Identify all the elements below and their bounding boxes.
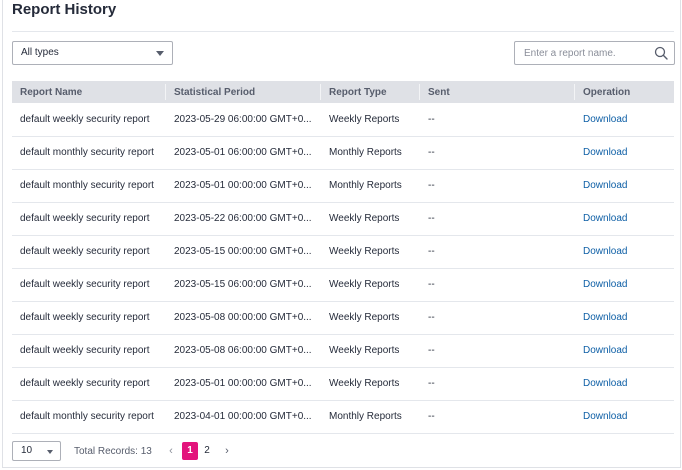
report-type-select-value: All types: [21, 47, 59, 58]
cell-statistical-period: 2023-05-01 00:00:00 GMT+0...: [174, 180, 312, 191]
table-row: default weekly security report 2023-05-15…: [12, 268, 674, 301]
cell-operation: Download: [575, 367, 674, 400]
cell-sent: --: [428, 378, 435, 389]
column-header-report-type[interactable]: Report Type: [321, 81, 420, 103]
cell-report-type: Weekly Reports: [329, 378, 400, 389]
cell-operation: Download: [575, 169, 674, 202]
cell-operation: Download: [575, 103, 674, 136]
download-link[interactable]: Download: [583, 114, 627, 125]
chevron-left-icon[interactable]: ‹: [164, 443, 178, 459]
page-button-1[interactable]: 1: [182, 442, 198, 460]
cell-sent: --: [428, 147, 435, 158]
cell-sent: --: [428, 213, 435, 224]
cell-sent: --: [428, 180, 435, 191]
cell-report-type: Monthly Reports: [329, 411, 402, 422]
cell-report-name: default weekly security report: [20, 279, 150, 290]
cell-sent: --: [428, 246, 435, 257]
cell-statistical-period: 2023-05-15 00:00:00 GMT+0...: [174, 246, 312, 257]
table-row: default weekly security report 2023-05-01…: [12, 367, 674, 400]
cell-statistical-period: 2023-04-01 00:00:00 GMT+0...: [174, 411, 312, 422]
report-name-search: [514, 41, 675, 65]
download-link[interactable]: Download: [583, 180, 627, 191]
cell-report-type: Weekly Reports: [329, 246, 400, 257]
cell-operation: Download: [575, 268, 674, 301]
cell-statistical-period: 2023-05-29 06:00:00 GMT+0...: [174, 113, 312, 125]
cell-operation: Download: [575, 202, 674, 235]
cell-statistical-period: 2023-05-22 06:00:00 GMT+0...: [174, 213, 312, 224]
cell-operation: Download: [575, 400, 674, 433]
table-row: default weekly security report 2023-05-29…: [12, 103, 674, 136]
cell-report-type: Weekly Reports: [329, 345, 400, 356]
cell-report-name: default weekly security report: [20, 345, 150, 356]
table-row: default weekly security report 2023-05-08…: [12, 301, 674, 334]
chevron-right-icon[interactable]: ›: [220, 443, 234, 459]
column-header-operation: Operation: [583, 86, 631, 98]
cell-statistical-period: 2023-05-01 00:00:00 GMT+0...: [174, 378, 312, 389]
cell-statistical-period: 2023-05-08 00:00:00 GMT+0...: [174, 312, 312, 323]
search-icon[interactable]: [654, 46, 668, 60]
download-link[interactable]: Download: [583, 345, 627, 356]
page-size-select[interactable]: 10: [12, 441, 61, 461]
table-row: default weekly security report 2023-05-22…: [12, 202, 674, 235]
cell-operation: Download: [575, 136, 674, 169]
table-row: default weekly security report 2023-05-15…: [12, 235, 674, 268]
page-size-value: 10: [21, 445, 33, 456]
cell-report-name: default weekly security report: [20, 312, 150, 323]
table-row: default monthly security report 2023-05-0…: [12, 169, 674, 202]
page-title: Report History: [12, 1, 117, 18]
title-divider: [12, 31, 674, 32]
download-link[interactable]: Download: [583, 246, 627, 257]
report-history-panel: Report History All types Report Name Sta…: [2, 0, 681, 468]
column-header-statistical-period[interactable]: Statistical Period: [166, 81, 321, 103]
pagination: 10 Total Records: 13 ‹ 1 2 ›: [12, 441, 674, 461]
cell-sent: --: [428, 312, 435, 323]
cell-statistical-period: 2023-05-08 06:00:00 GMT+0...: [174, 345, 312, 356]
cell-operation: Download: [575, 334, 674, 367]
cell-report-name: default weekly security report: [20, 213, 150, 224]
download-link[interactable]: Download: [583, 147, 627, 158]
page-button-2[interactable]: 2: [199, 442, 215, 460]
download-link[interactable]: Download: [583, 312, 627, 323]
table-header-row: Report Name Statistical Period Report Ty…: [12, 81, 674, 103]
total-records-label: Total Records: 13: [74, 446, 152, 457]
search-input[interactable]: [515, 42, 649, 64]
download-link[interactable]: Download: [583, 213, 627, 224]
cell-operation: Download: [575, 301, 674, 334]
cell-statistical-period: 2023-05-01 06:00:00 GMT+0...: [174, 147, 312, 158]
cell-sent: --: [428, 411, 435, 422]
cell-report-name: default weekly security report: [20, 378, 150, 389]
cell-report-type: Weekly Reports: [329, 312, 400, 323]
cell-report-name: default monthly security report: [20, 147, 154, 158]
cell-report-type: Weekly Reports: [329, 213, 400, 224]
table-row: default monthly security report 2023-05-0…: [12, 136, 674, 169]
cell-report-name: default weekly security report: [20, 246, 150, 257]
cell-operation: Download: [575, 235, 674, 268]
download-link[interactable]: Download: [583, 279, 627, 290]
cell-sent: --: [428, 345, 435, 356]
cell-report-name: default monthly security report: [20, 411, 154, 422]
cell-sent: --: [428, 279, 435, 290]
cell-sent: --: [428, 113, 435, 125]
cell-report-type: Monthly Reports: [329, 147, 402, 158]
chevron-down-icon: [47, 450, 53, 454]
column-header-report-name[interactable]: Report Name: [12, 81, 166, 103]
report-type-select[interactable]: All types: [12, 41, 173, 65]
download-link[interactable]: Download: [583, 411, 627, 422]
cell-report-type: Weekly Reports: [329, 113, 400, 125]
cell-report-type: Monthly Reports: [329, 180, 402, 191]
report-table: Report Name Statistical Period Report Ty…: [12, 81, 674, 434]
column-header-sent[interactable]: Sent: [420, 81, 575, 103]
download-link[interactable]: Download: [583, 378, 627, 389]
cell-report-type: Weekly Reports: [329, 279, 400, 290]
chevron-down-icon: [156, 51, 164, 56]
table-row: default monthly security report 2023-04-0…: [12, 400, 674, 433]
cell-statistical-period: 2023-05-15 06:00:00 GMT+0...: [174, 279, 312, 290]
cell-report-name: default weekly security report: [20, 113, 150, 125]
cell-report-name: default monthly security report: [20, 180, 154, 191]
table-row: default weekly security report 2023-05-08…: [12, 334, 674, 367]
